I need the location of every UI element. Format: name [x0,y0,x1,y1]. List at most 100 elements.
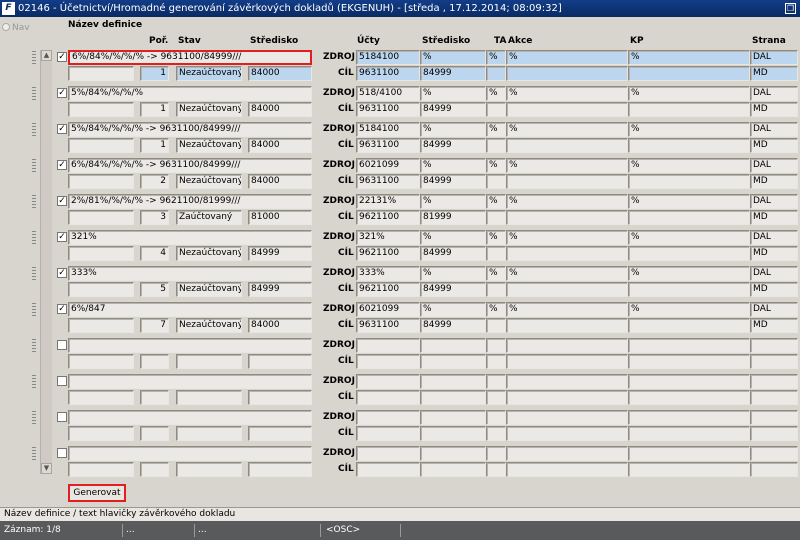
target-strana-field[interactable]: MD [750,138,798,153]
definition-name-field[interactable] [68,446,312,461]
definition-extra-field[interactable] [68,354,134,369]
target-kp-field[interactable] [628,102,750,117]
target-akce-field[interactable] [506,138,628,153]
status-field[interactable]: Nezaúčtovaný [176,102,242,117]
source-kp-field[interactable] [628,374,750,389]
source-ucty-field[interactable]: 22131% [356,194,420,209]
row-checkbox[interactable]: ✓ [57,52,67,62]
definition-extra-field[interactable] [68,102,134,117]
definition-name-field[interactable]: 6%/847 [68,302,312,317]
definition-name-field[interactable] [68,410,312,425]
row-checkbox[interactable]: ✓ [57,268,67,278]
target-ta-field[interactable] [486,102,506,117]
definition-name-field[interactable]: 6%/84%/%/%/% -> 9631100/84999/// [68,50,312,65]
center-field[interactable]: 84000 [248,66,312,81]
target-kp-field[interactable] [628,390,750,405]
target-ta-field[interactable] [486,138,506,153]
order-field[interactable]: 1 [140,102,169,117]
target-kp-field[interactable] [628,246,750,261]
row-checkbox[interactable]: ✓ [57,124,67,134]
target-akce-field[interactable] [506,246,628,261]
source-ta-field[interactable]: % [486,158,506,173]
source-str-field[interactable] [420,410,486,425]
source-str-field[interactable] [420,446,486,461]
source-kp-field[interactable]: % [628,194,750,209]
source-kp-field[interactable]: % [628,302,750,317]
definition-extra-field[interactable] [68,138,134,153]
definition-name-field[interactable]: 5%/84%/%/%/% -> 9631100/84999/// [68,122,312,137]
target-strana-field[interactable]: MD [750,210,798,225]
target-strana-field[interactable] [750,426,798,441]
order-field[interactable]: 2 [140,174,169,189]
target-str-field[interactable] [420,462,486,477]
row-checkbox[interactable]: ✓ [57,88,67,98]
source-ta-field[interactable]: % [486,194,506,209]
target-ta-field[interactable] [486,210,506,225]
target-ucty-field[interactable]: 9621100 [356,282,420,297]
scroll-up-icon[interactable]: ▲ [41,50,52,61]
row-checkbox[interactable] [57,376,67,386]
definition-name-field[interactable]: 333% [68,266,312,281]
source-str-field[interactable]: % [420,122,486,137]
source-strana-field[interactable]: DAL [750,194,798,209]
source-ta-field[interactable]: % [486,266,506,281]
restore-window-icon[interactable]: ❐ [785,3,796,14]
source-akce-field[interactable]: % [506,266,628,281]
target-kp-field[interactable] [628,174,750,189]
source-kp-field[interactable]: % [628,50,750,65]
order-field[interactable]: 4 [140,246,169,261]
target-akce-field[interactable] [506,210,628,225]
target-kp-field[interactable] [628,462,750,477]
order-field[interactable]: 1 [140,66,169,81]
status-field[interactable]: Nezaúčtovaný [176,318,242,333]
source-kp-field[interactable]: % [628,86,750,101]
row-checkbox[interactable] [57,448,67,458]
source-ucty-field[interactable]: 5184100 [356,122,420,137]
source-strana-field[interactable]: DAL [750,158,798,173]
source-str-field[interactable]: % [420,302,486,317]
source-str-field[interactable]: % [420,86,486,101]
source-ucty-field[interactable]: 5184100 [356,50,420,65]
definition-name-field[interactable] [68,338,312,353]
target-kp-field[interactable] [628,318,750,333]
source-ucty-field[interactable] [356,374,420,389]
source-strana-field[interactable] [750,374,798,389]
source-ta-field[interactable] [486,446,506,461]
source-ucty-field[interactable]: 6021099 [356,302,420,317]
status-field[interactable] [176,426,242,441]
status-field[interactable]: Zaúčtovaný [176,210,242,225]
row-checkbox[interactable]: ✓ [57,196,67,206]
target-akce-field[interactable] [506,318,628,333]
source-akce-field[interactable] [506,338,628,353]
order-field[interactable]: 3 [140,210,169,225]
row-checkbox[interactable] [57,412,67,422]
target-strana-field[interactable]: MD [750,282,798,297]
definition-extra-field[interactable] [68,318,134,333]
target-akce-field[interactable] [506,426,628,441]
target-kp-field[interactable] [628,66,750,81]
source-strana-field[interactable]: DAL [750,230,798,245]
source-akce-field[interactable]: % [506,194,628,209]
source-ta-field[interactable]: % [486,302,506,317]
target-strana-field[interactable] [750,354,798,369]
source-ta-field[interactable] [486,410,506,425]
target-str-field[interactable]: 84999 [420,318,486,333]
target-str-field[interactable]: 84999 [420,174,486,189]
center-field[interactable] [248,354,312,369]
target-strana-field[interactable]: MD [750,102,798,117]
target-akce-field[interactable] [506,390,628,405]
source-akce-field[interactable]: % [506,122,628,137]
target-str-field[interactable] [420,426,486,441]
target-kp-field[interactable] [628,282,750,297]
definition-extra-field[interactable] [68,282,134,297]
source-str-field[interactable]: % [420,194,486,209]
source-ucty-field[interactable] [356,446,420,461]
source-str-field[interactable]: % [420,230,486,245]
target-akce-field[interactable] [506,174,628,189]
definition-extra-field[interactable] [68,246,134,261]
target-kp-field[interactable] [628,138,750,153]
target-ta-field[interactable] [486,426,506,441]
source-akce-field[interactable] [506,446,628,461]
target-str-field[interactable]: 84999 [420,138,486,153]
definition-extra-field[interactable] [68,174,134,189]
